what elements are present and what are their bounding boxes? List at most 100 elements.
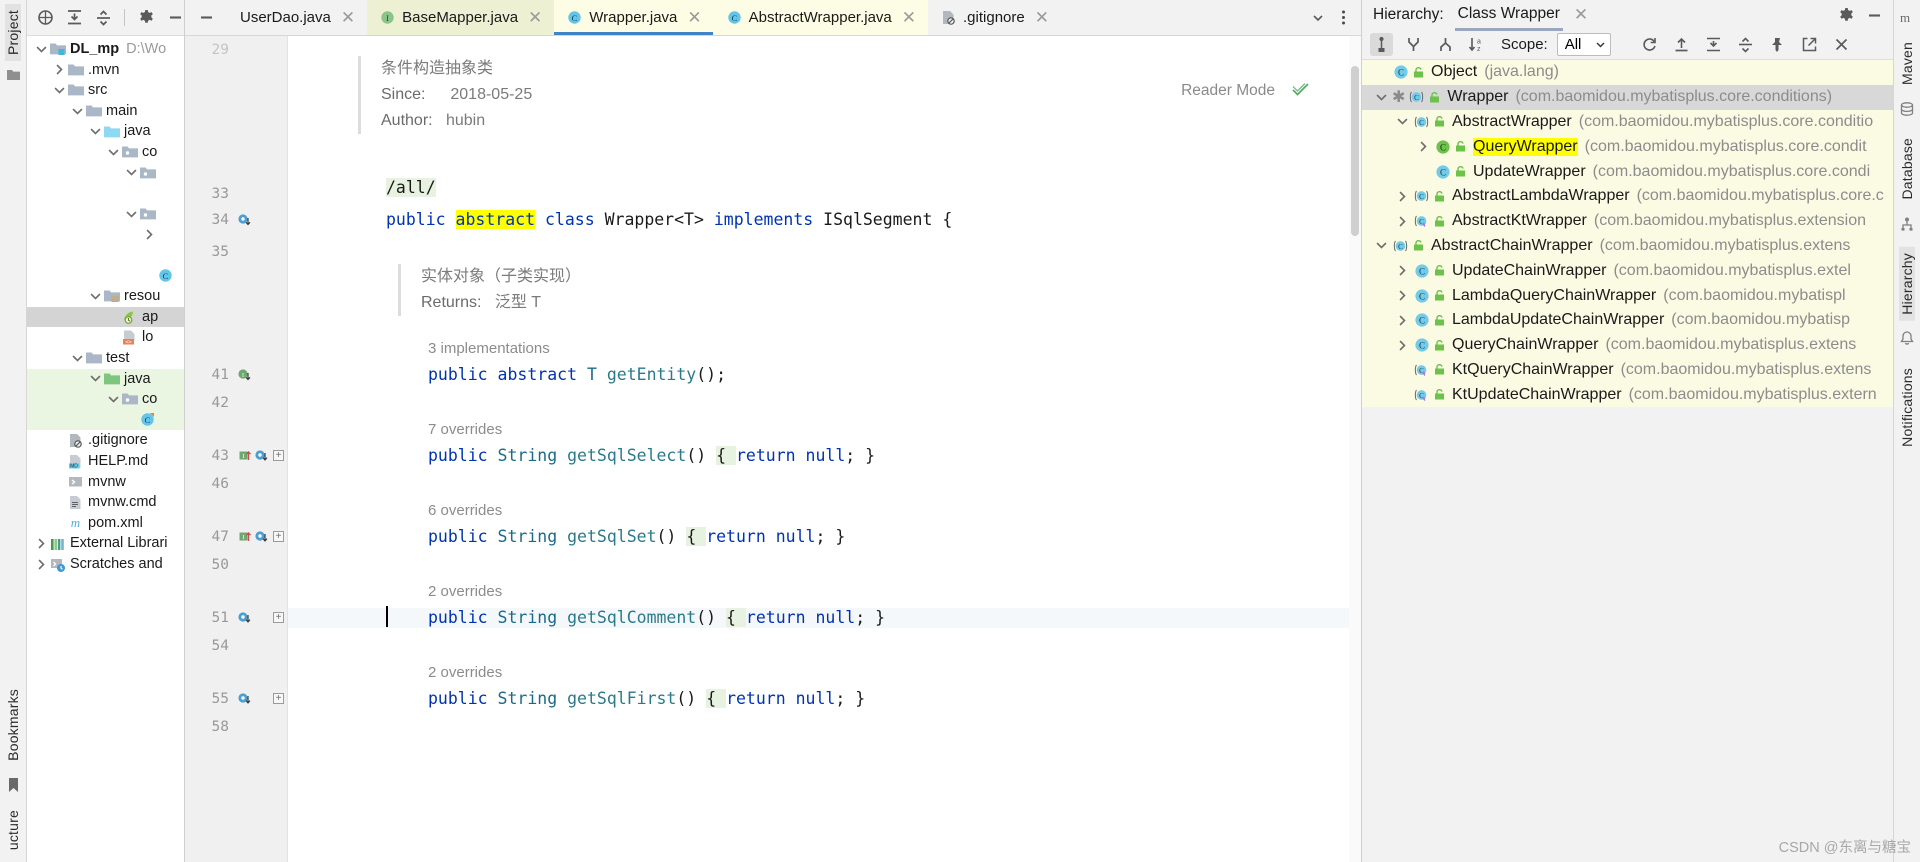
project-tree-row[interactable]: C — [27, 409, 184, 431]
project-tree-row[interactable]: src — [27, 80, 184, 101]
chevron-right-icon[interactable] — [1412, 141, 1434, 152]
hierarchy-tree-row[interactable]: C AbstractLambdaWrapper (com.baomidou.myba… — [1362, 183, 1893, 209]
implemented-down-icon[interactable]: I — [237, 368, 251, 382]
expand-all-icon[interactable] — [1702, 33, 1725, 56]
close-icon[interactable]: ✕ — [687, 9, 701, 26]
hierarchy-tab-class-wrapper[interactable]: Class Wrapper — [1454, 5, 1564, 31]
scope-dropdown[interactable]: All — [1556, 33, 1611, 56]
more-options-icon[interactable] — [1332, 5, 1354, 31]
project-tree-row[interactable]: m pom.xml — [27, 513, 184, 534]
inspection-ok-icon[interactable] — [1291, 80, 1310, 104]
chevron-right-icon[interactable] — [1391, 265, 1413, 276]
chevron-right-icon[interactable] — [51, 64, 67, 75]
project-tree-row[interactable]: mvnw — [27, 471, 184, 492]
hierarchy-tree-row[interactable]: ✱ C Wrapper (com.baomidou.mybatisplus.core.… — [1362, 84, 1893, 110]
editor-tab[interactable]: UserDao.java ✕ — [227, 0, 368, 35]
project-tree-row[interactable]: <> lo — [27, 327, 184, 348]
hierarchy-tree-row[interactable]: C UpdateChainWrapper (com.baomidou.mybatis… — [1362, 258, 1893, 284]
close-icon[interactable]: ✕ — [528, 9, 542, 26]
collapse-all-icon[interactable] — [94, 9, 112, 27]
tool-window-maven[interactable]: Maven — [1899, 36, 1915, 91]
close-icon[interactable]: ✕ — [902, 9, 916, 26]
project-tree-row[interactable]: DL_mp D:\Wo — [27, 39, 184, 60]
project-tree-row[interactable]: ap — [27, 306, 184, 328]
chevron-down-icon[interactable] — [105, 147, 121, 158]
hierarchy-tree-row[interactable]: C LambdaUpdateChainWrapper (com.baomidou.m… — [1362, 307, 1893, 333]
tool-window-hierarchy[interactable]: Hierarchy — [1899, 246, 1915, 321]
hierarchy-tree-row[interactable]: C AbstractChainWrapper (com.baomidou.mybat… — [1362, 233, 1893, 259]
chevron-down-icon[interactable] — [123, 209, 139, 220]
chevron-down-icon[interactable] — [51, 85, 67, 96]
chevron-down-icon[interactable] — [123, 167, 139, 178]
hierarchy-tree-row[interactable]: C QueryWrapper (com.baomidou.mybatisplus.c… — [1362, 134, 1893, 160]
tool-window-bookmarks[interactable]: Bookmarks — [5, 683, 21, 767]
gutter-icons[interactable]: I — [237, 449, 268, 463]
editor-scrollbar-thumb[interactable] — [1351, 66, 1359, 236]
hierarchy-tree-row[interactable]: C KtUpdateChainWrapper (com.baomidou.mybat… — [1362, 382, 1893, 408]
hierarchy-tree-row[interactable]: C Object (java.lang) — [1362, 60, 1893, 85]
code-fold-toggle[interactable]: + — [273, 693, 284, 704]
project-tree-row[interactable]: .mvn — [27, 60, 184, 81]
implements-up-icon[interactable]: I — [237, 530, 251, 544]
subtypes-hierarchy-icon[interactable] — [1434, 33, 1457, 56]
override-down-icon[interactable] — [237, 213, 251, 227]
chevron-down-icon[interactable] — [1370, 240, 1392, 251]
implements-up-icon[interactable]: I — [237, 449, 251, 463]
hierarchy-tree-row[interactable]: C AbstractKtWrapper (com.baomidou.mybatisp… — [1362, 208, 1893, 234]
gutter-icons[interactable] — [237, 692, 251, 706]
hierarchy-tree-row[interactable]: C UpdateWrapper (com.baomidou.mybatisplus.… — [1362, 159, 1893, 184]
project-tree-row[interactable] — [27, 204, 184, 225]
project-tree-row[interactable]: java — [27, 368, 184, 390]
code-fold-toggle[interactable]: + — [273, 612, 284, 623]
chevron-right-icon[interactable] — [141, 229, 157, 240]
gutter-icons[interactable]: I — [237, 368, 251, 382]
overridden-down-icon[interactable] — [254, 530, 268, 544]
close-icon[interactable]: ✕ — [1574, 5, 1588, 25]
overridden-down-icon[interactable] — [237, 611, 251, 625]
locate-icon[interactable] — [36, 9, 54, 27]
hierarchy-tree-row[interactable]: C QueryChainWrapper (com.baomidou.mybatisp… — [1362, 332, 1893, 358]
hide-icon[interactable] — [166, 9, 184, 27]
chevron-down-icon[interactable] — [1391, 116, 1413, 127]
hide-editor-button[interactable] — [185, 0, 227, 35]
minimize-icon[interactable] — [1865, 6, 1883, 24]
export-icon[interactable] — [1670, 33, 1693, 56]
project-tree-row[interactable]: Scratches and — [27, 554, 184, 575]
project-tree-row[interactable]: C — [27, 266, 184, 287]
type-hierarchy-icon[interactable] — [1370, 33, 1393, 56]
chevron-right-icon[interactable] — [1391, 340, 1413, 351]
refresh-icon[interactable] — [1638, 33, 1661, 56]
project-tree-row[interactable] — [27, 245, 184, 266]
overridden-down-icon[interactable] — [237, 692, 251, 706]
chevron-down-icon[interactable] — [87, 373, 103, 384]
project-tree-row[interactable]: MD HELP.md — [27, 451, 184, 472]
project-tree-row[interactable] — [27, 183, 184, 204]
editor-gutter[interactable]: 29 33 34 35 41 I 42 43 I +46 47 I +50 51 +54 55 +58 — [185, 36, 288, 862]
code-view[interactable]: Reader Mode 条件构造抽象类 Since: 2018-05-25 Au… — [288, 36, 1361, 862]
hint-overrides-2a[interactable]: 2 overrides — [428, 583, 502, 600]
chevron-down-icon[interactable] — [1370, 92, 1392, 103]
collapse-all-icon[interactable] — [1734, 33, 1757, 56]
project-tree-row[interactable]: External Librari — [27, 533, 184, 554]
hint-overrides-7[interactable]: 7 overrides — [428, 421, 502, 438]
project-tree[interactable]: DL_mp D:\Wo .mvn src main java co Cresou ap <> lo t… — [27, 36, 184, 862]
close-icon[interactable] — [1830, 33, 1853, 56]
expand-all-icon[interactable] — [65, 9, 83, 27]
chevron-down-icon[interactable] — [87, 126, 103, 137]
project-tree-row[interactable]: resou — [27, 286, 184, 307]
chevron-down-icon[interactable] — [69, 106, 85, 117]
project-tree-row[interactable]: java — [27, 121, 184, 142]
tool-window-notifications[interactable]: Notifications — [1899, 362, 1915, 453]
sort-alphabetically-icon[interactable]: az — [1466, 33, 1489, 56]
project-tree-row[interactable]: .gitignore — [27, 430, 184, 451]
chevron-right-icon[interactable] — [1391, 315, 1413, 326]
chevron-down-icon[interactable] — [33, 44, 49, 55]
chevron-right-icon[interactable] — [33, 559, 49, 570]
gutter-icons[interactable] — [237, 213, 251, 227]
gutter-icons[interactable] — [237, 611, 251, 625]
tool-window-structure[interactable]: ucture — [5, 804, 21, 856]
code-fold-toggle[interactable]: + — [273, 450, 284, 461]
chevron-down-icon[interactable] — [87, 291, 103, 302]
chevron-down-icon[interactable] — [1307, 5, 1329, 31]
editor-tab[interactable]: C Wrapper.java ✕ — [554, 0, 714, 35]
